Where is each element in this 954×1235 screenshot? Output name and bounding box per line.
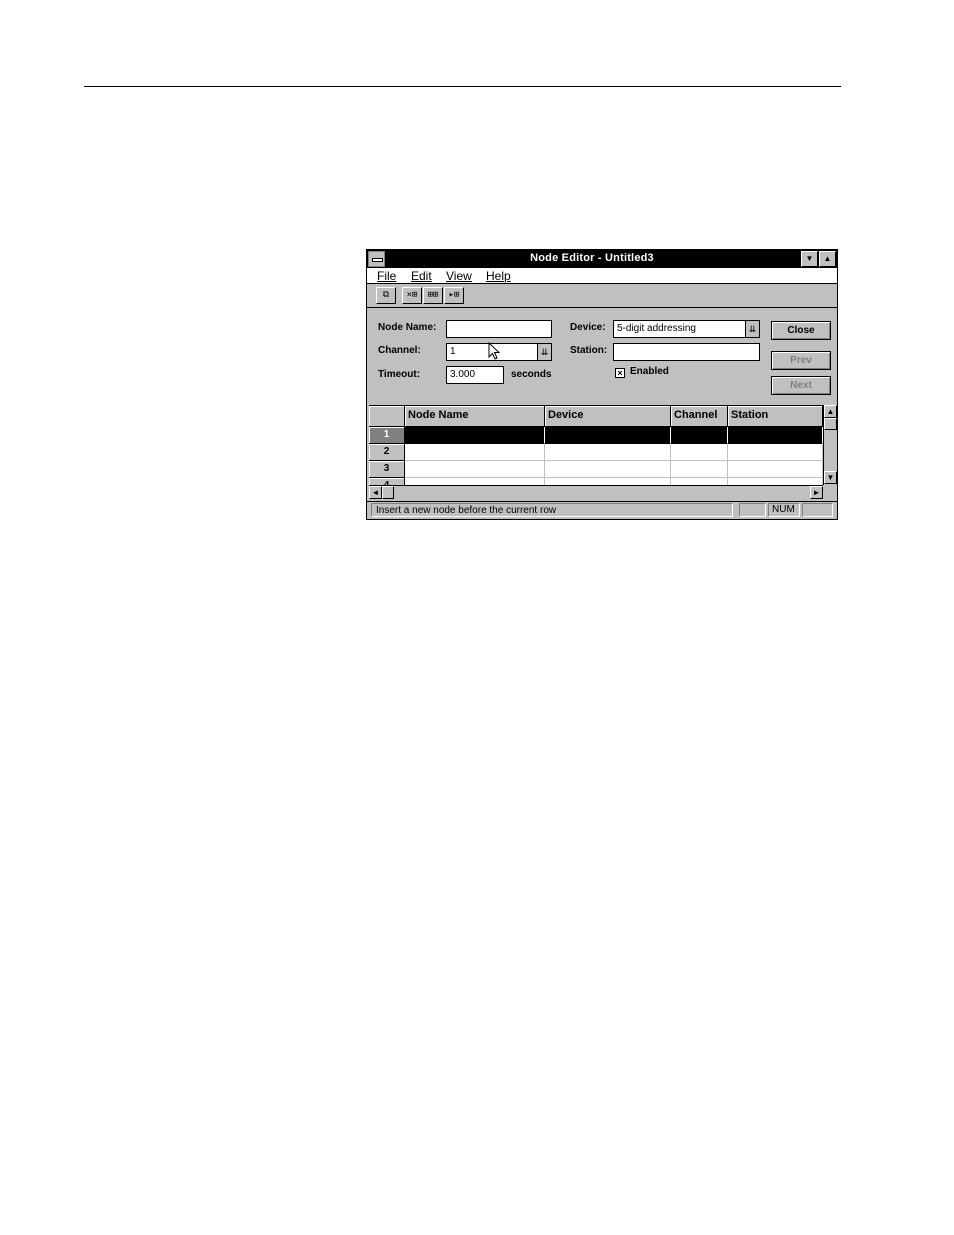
menu-file[interactable]: File [377, 269, 396, 283]
next-button[interactable]: Next [771, 376, 831, 395]
scrollbar-corner [823, 485, 837, 500]
station-label: Station: [570, 345, 608, 356]
append-row-icon: ▸⊞ [448, 290, 460, 300]
maximize-button[interactable]: ▲ [819, 251, 836, 267]
menu-edit[interactable]: Edit [411, 269, 432, 283]
channel-value: 1 [450, 346, 456, 357]
toolbar: ⧉ ×⊞ ⊞⊞ ▸⊞ [367, 284, 837, 308]
row-header[interactable]: 1 [369, 427, 405, 444]
device-select[interactable]: 5-digit addressing ⇊ [613, 320, 760, 338]
page-rule [84, 86, 841, 87]
system-menu-button[interactable] [368, 251, 385, 267]
column-header-device[interactable]: Device [545, 406, 671, 427]
horizontal-scroll-thumb[interactable] [382, 486, 394, 499]
device-dropdown-arrow-icon[interactable]: ⇊ [745, 321, 759, 337]
node-editor-window: Node Editor - Untitled3 ▼ ▲ File Edit Vi… [366, 249, 838, 520]
cell-station[interactable] [728, 461, 823, 478]
node-grid: Node Name Device Channel Station 1 2 3 4 [369, 405, 823, 486]
minimize-button[interactable]: ▼ [801, 251, 818, 267]
column-header-channel[interactable]: Channel [671, 406, 728, 427]
cell-device[interactable] [545, 427, 671, 444]
delete-row-button[interactable]: ×⊞ [402, 287, 422, 304]
column-header-node-name[interactable]: Node Name [405, 406, 545, 427]
channel-dropdown-arrow-icon[interactable]: ⇊ [537, 344, 551, 360]
cell-device[interactable] [545, 461, 671, 478]
cell-node-name[interactable] [405, 427, 545, 444]
cell-device[interactable] [545, 444, 671, 461]
node-name-label: Node Name: [378, 322, 437, 333]
insert-row-button[interactable]: ⊞⊞ [423, 287, 443, 304]
node-name-input[interactable] [446, 320, 552, 338]
device-value: 5-digit addressing [617, 323, 696, 334]
append-row-button[interactable]: ▸⊞ [444, 287, 464, 304]
cell-channel[interactable] [671, 427, 728, 444]
system-menu-icon [372, 258, 383, 262]
insert-row-icon: ⊞⊞ [427, 290, 439, 300]
status-bar: Insert a new node before the current row… [367, 501, 837, 519]
horizontal-scrollbar[interactable]: ◄ ► [369, 485, 823, 500]
cell-node-name[interactable] [405, 461, 545, 478]
title-bar[interactable]: Node Editor - Untitled3 ▼ ▲ [367, 250, 837, 268]
window-title: Node Editor - Untitled3 [530, 252, 654, 264]
num-lock-indicator: NUM [768, 503, 800, 517]
row-header[interactable]: 2 [369, 444, 405, 461]
copy-button[interactable]: ⧉ [376, 287, 396, 304]
enabled-checkbox[interactable]: × [615, 368, 625, 378]
vertical-scrollbar[interactable]: ▲ ▼ [823, 405, 837, 485]
cell-node-name[interactable] [405, 444, 545, 461]
column-header-station[interactable]: Station [728, 406, 823, 427]
status-pane-empty [739, 503, 766, 517]
cell-station[interactable] [728, 444, 823, 461]
scroll-down-icon[interactable]: ▼ [824, 471, 837, 484]
cell-channel[interactable] [671, 461, 728, 478]
scroll-right-icon[interactable]: ► [810, 486, 823, 499]
copy-icon: ⧉ [382, 290, 390, 300]
cell-station[interactable] [728, 427, 823, 444]
vertical-scroll-thumb[interactable] [824, 418, 837, 430]
timeout-label: Timeout: [378, 369, 421, 380]
menu-bar: File Edit View Help [367, 268, 837, 284]
status-pane-empty-2 [802, 503, 833, 517]
enabled-label: Enabled [630, 366, 669, 377]
station-input[interactable] [613, 343, 760, 361]
scroll-up-icon[interactable]: ▲ [824, 405, 837, 418]
menu-view[interactable]: View [446, 269, 472, 283]
mouse-pointer-icon [488, 342, 500, 360]
cell-channel[interactable] [671, 444, 728, 461]
channel-label: Channel: [378, 345, 421, 356]
menu-help[interactable]: Help [486, 269, 511, 283]
device-label: Device: [570, 322, 606, 333]
delete-row-icon: ×⊞ [406, 290, 418, 300]
grid-corner[interactable] [369, 406, 405, 427]
status-message: Insert a new node before the current row [371, 503, 733, 517]
timeout-input[interactable]: 3.000 [446, 366, 504, 384]
scroll-left-icon[interactable]: ◄ [369, 486, 382, 499]
prev-button[interactable]: Prev [771, 351, 831, 370]
close-button[interactable]: Close [771, 321, 831, 340]
row-header[interactable]: 3 [369, 461, 405, 478]
timeout-units: seconds [511, 369, 552, 380]
